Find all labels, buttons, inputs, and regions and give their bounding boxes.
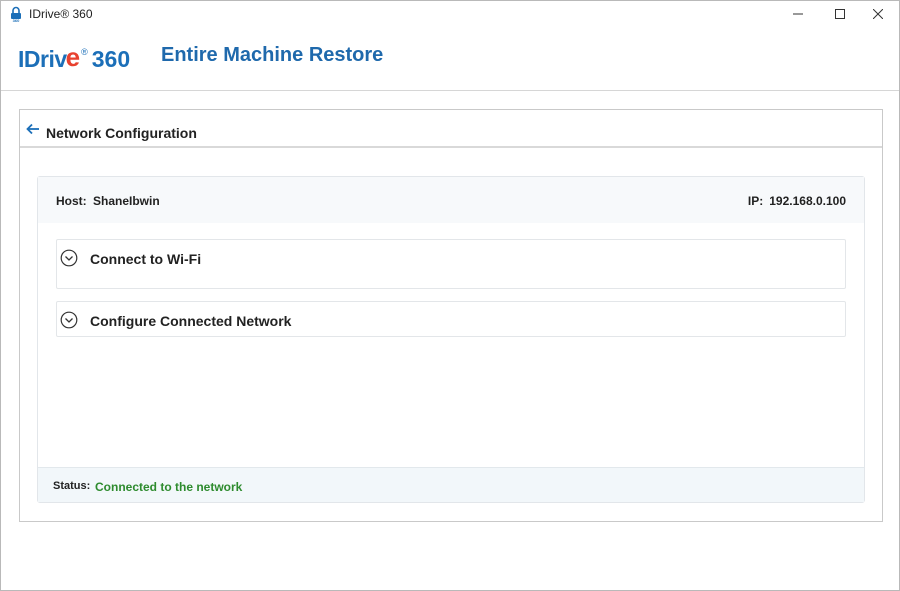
svg-text:360: 360 bbox=[13, 18, 20, 22]
window-title: IDrive® 360 bbox=[29, 7, 93, 21]
minimize-button[interactable] bbox=[776, 1, 820, 27]
status-bar: Status: Connected to the network bbox=[38, 467, 864, 502]
logo-idrive-text: IDriv bbox=[18, 46, 67, 72]
page-title: Entire Machine Restore bbox=[161, 44, 384, 66]
back-button[interactable] bbox=[24, 122, 42, 136]
ip-label: IP: bbox=[747, 194, 764, 208]
configure-network-label: Configure Connected Network bbox=[90, 313, 292, 329]
host-value: ShaneIbwin bbox=[93, 194, 160, 208]
ip-value: 192.168.0.100 bbox=[769, 194, 846, 208]
logo-e-text: e bbox=[65, 42, 81, 72]
host-label: Host: bbox=[56, 194, 87, 208]
chevron-down-circle-icon bbox=[60, 311, 78, 329]
idrive-360-logo: IDriv e ® 360 bbox=[18, 39, 130, 73]
status-label: Status: bbox=[53, 480, 91, 492]
configure-network-section[interactable]: Configure Connected Network bbox=[56, 301, 846, 337]
chevron-down-circle-icon bbox=[60, 249, 78, 267]
arrow-left-icon bbox=[26, 123, 39, 135]
network-card: Host: ShaneIbwin IP: 192.168.0.100 Connec… bbox=[37, 176, 865, 503]
app-header: IDriv e ® 360 Entire Machine Restore bbox=[1, 27, 899, 91]
host-info-bar: Host: ShaneIbwin IP: 192.168.0.100 bbox=[38, 177, 864, 223]
connect-wifi-section[interactable]: Connect to Wi-Fi bbox=[56, 239, 846, 289]
ip-info: IP: 192.168.0.100 bbox=[748, 194, 846, 208]
status-value: Connected to the network bbox=[95, 480, 243, 494]
logo-360-text: 360 bbox=[91, 46, 131, 72]
close-button[interactable] bbox=[856, 1, 900, 27]
logo-registered-mark: ® bbox=[81, 47, 88, 57]
connect-wifi-label: Connect to Wi-Fi bbox=[90, 251, 202, 267]
panel-title: Network Configuration bbox=[46, 125, 197, 141]
idrive-lock-icon: 360 bbox=[9, 6, 23, 23]
title-bar: 360 IDrive® 360 bbox=[1, 1, 899, 27]
app-window: 360 IDrive® 360 IDriv e ® 360 Entire Mac… bbox=[0, 0, 900, 591]
network-configuration-panel: Network Configuration Host: ShaneIbwin I… bbox=[19, 109, 883, 522]
panel-header: Network Configuration bbox=[20, 110, 882, 148]
